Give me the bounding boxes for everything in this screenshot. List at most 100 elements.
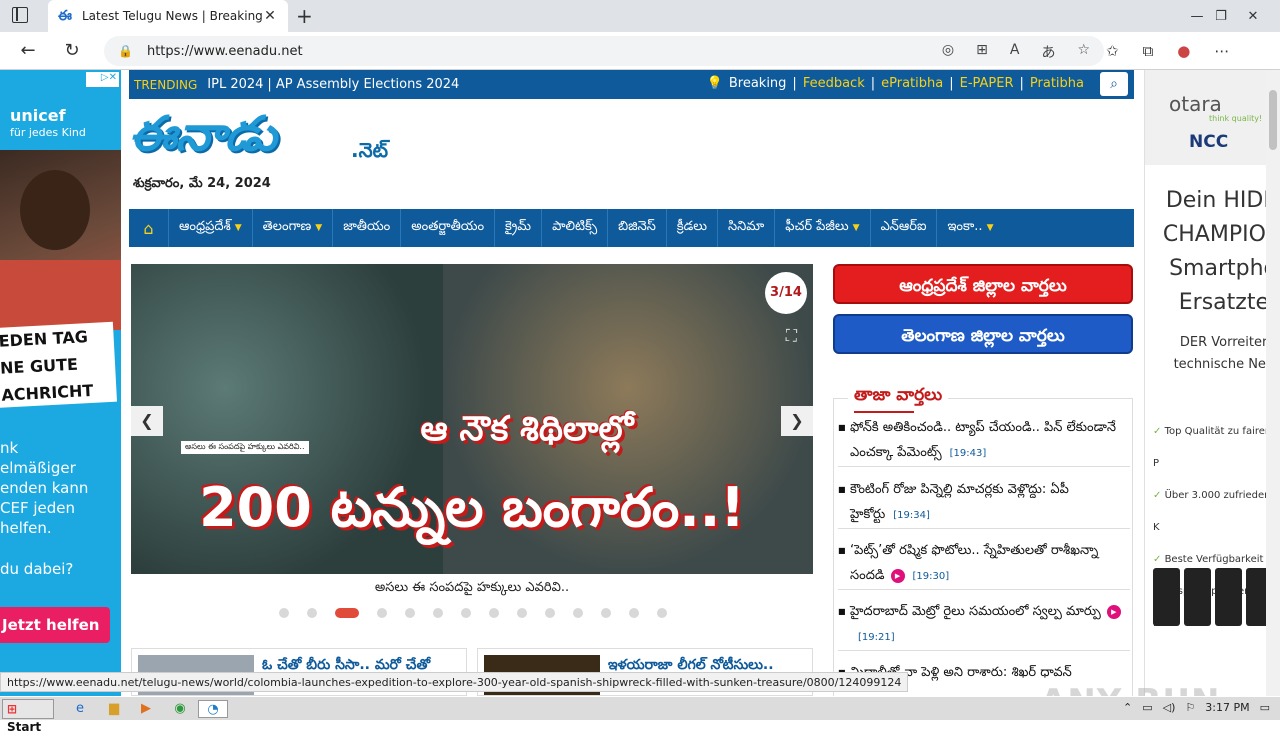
- reload-icon[interactable]: ↻: [60, 39, 84, 63]
- eenadu-favicon-icon: ఈ: [58, 8, 72, 24]
- slider-dot[interactable]: [601, 608, 611, 618]
- menu-item-more[interactable]: ఇంకా.. ▼: [937, 209, 1003, 247]
- translate-icon[interactable]: あ: [1041, 42, 1055, 62]
- menu-item-crime[interactable]: క్రైమ్: [495, 209, 543, 247]
- ap-district-news-button[interactable]: ఆంధ్రప్రదేశ్ జిల్లాల వార్తలు: [833, 264, 1133, 304]
- slider-dot[interactable]: [545, 608, 555, 618]
- headline-slider[interactable]: ఆ నౌక శిథిలాల్లో అసలు ఈ సంపదపై హక్కులు ఎ…: [131, 264, 813, 574]
- location-icon[interactable]: ◎: [942, 42, 954, 62]
- slider-dot[interactable]: [517, 608, 527, 618]
- ad-question: du dabei?: [0, 560, 74, 578]
- list-item[interactable]: ‘పెట్స్’తో రష్మిక ఫొటోలు.. స్నేహితులతో ర…: [838, 538, 1130, 590]
- slider-dot[interactable]: [433, 608, 443, 618]
- slide-small-caption: అసలు ఈ సంపదపై హక్కులు ఎవరివి..: [181, 441, 309, 454]
- show-desktop-icon[interactable]: ▭: [1260, 701, 1270, 714]
- slider-next-button[interactable]: ❯: [781, 406, 813, 436]
- slider-dot[interactable]: [629, 608, 639, 618]
- slider-dot[interactable]: [307, 608, 317, 618]
- menu-item-features[interactable]: ఫీచర్ పేజీలు ▼: [775, 209, 871, 247]
- close-tab-icon[interactable]: ✕: [262, 8, 278, 24]
- restore-icon[interactable]: ❐: [1204, 0, 1238, 32]
- start-button[interactable]: ⊞ Start: [2, 699, 54, 734]
- volume-icon[interactable]: ◁): [1163, 701, 1176, 714]
- right-advertisement[interactable]: otara think quality! NCC Dein HIDDE CHAM…: [1144, 70, 1280, 696]
- profile-avatar-icon[interactable]: ●: [1177, 42, 1190, 60]
- slider-dot[interactable]: [489, 608, 499, 618]
- new-tab-icon[interactable]: +: [296, 4, 313, 28]
- slider-dot[interactable]: [279, 608, 289, 618]
- lock-icon: 🔒: [118, 44, 133, 58]
- flag-icon[interactable]: ⚐: [1185, 701, 1195, 714]
- folder-icon[interactable]: ▆: [104, 700, 124, 718]
- apps-icon[interactable]: ⊞: [976, 42, 988, 62]
- clock[interactable]: 3:17 PM: [1205, 701, 1249, 714]
- tray-chevron-icon[interactable]: ⌃: [1123, 701, 1132, 714]
- menu-item-nri[interactable]: ఎన్ఆర్ఐ: [871, 209, 938, 247]
- link-epaper[interactable]: E-PAPER: [960, 76, 1014, 91]
- system-tray: ⌃ ▭ ◁) ⚐ 3:17 PM ▭: [1123, 701, 1270, 714]
- slider-dot[interactable]: [405, 608, 415, 618]
- link-epratibha[interactable]: ePratibha: [881, 76, 943, 91]
- trending-link-ipl[interactable]: IPL 2024: [207, 77, 263, 92]
- menu-item-sports[interactable]: క్రీడలు: [667, 209, 719, 247]
- read-aloud-icon[interactable]: A: [1010, 42, 1020, 62]
- ad-cta-button[interactable]: Jetzt helfen: [0, 607, 110, 643]
- eenadu-logo[interactable]: ఈనాడు: [129, 106, 277, 174]
- trending-link-elections[interactable]: AP Assembly Elections 2024: [276, 77, 460, 92]
- browser-tab-bar: ఈ Latest Telugu News | Breaking Ne ✕ + —…: [0, 0, 1280, 32]
- ad-choices-icon[interactable]: ▷✕: [86, 72, 119, 87]
- ad-brand-sub: think quality!: [1209, 114, 1263, 123]
- list-item[interactable]: ఫోన్‌కి అతికించండి.. ట్యాప్ చేయండి.. పిన…: [838, 415, 1130, 467]
- slider-dot[interactable]: [377, 608, 387, 618]
- more-menu-icon[interactable]: ⋯: [1214, 42, 1229, 60]
- ie-icon[interactable]: e: [70, 700, 90, 718]
- list-item[interactable]: కౌంటింగ్ రోజు పిన్నెల్లి మాచర్లకు వెళ్లొ…: [838, 477, 1130, 529]
- close-window-icon[interactable]: ✕: [1236, 0, 1270, 32]
- edge-icon[interactable]: ◔: [198, 700, 228, 718]
- menu-item-andhra[interactable]: ఆంధ్రప్రదేశ్ ▼: [169, 209, 253, 247]
- link-breaking[interactable]: Breaking: [729, 76, 787, 91]
- chrome-icon[interactable]: ◉: [170, 700, 190, 718]
- eenadu-main: TRENDING IPL 2024 | AP Assembly Election…: [129, 70, 1134, 696]
- network-icon[interactable]: ▭: [1142, 701, 1152, 714]
- menu-item-national[interactable]: జాతీయం: [333, 209, 402, 247]
- slider-dot[interactable]: [335, 608, 359, 618]
- slide-caption[interactable]: అసలు ఈ సంపదపై హక్కులు ఎవరివి..: [131, 580, 813, 598]
- link-pratibha[interactable]: Pratibha: [1030, 76, 1084, 91]
- collections-icon[interactable]: ⧉: [1143, 42, 1154, 60]
- url-field[interactable]: 🔒 https://www.eenadu.net ◎ ⊞ A あ ☆: [104, 36, 1104, 66]
- ad-brand: unicef: [10, 106, 66, 125]
- latest-news-heading: తాజా వార్తలు: [848, 385, 949, 413]
- sidebar-toggle-icon[interactable]: [12, 7, 28, 23]
- slider-dot[interactable]: [657, 608, 667, 618]
- menu-item-business[interactable]: బిజినెస్: [608, 209, 667, 247]
- video-play-icon: ▶: [1106, 604, 1121, 619]
- link-feedback[interactable]: Feedback: [803, 76, 865, 91]
- watermark: ANY RUN: [1040, 682, 1220, 696]
- list-item[interactable]: హైదరాబాద్ మెట్రో రైలు సమయంలో స్వల్ప మార్…: [838, 599, 1130, 651]
- bulb-icon: 💡: [706, 76, 723, 91]
- page-scrollbar[interactable]: [1266, 70, 1280, 696]
- slider-dot[interactable]: [461, 608, 471, 618]
- windows-flag-icon: ⊞: [7, 702, 18, 716]
- slider-dot[interactable]: [573, 608, 583, 618]
- favorites-icon[interactable]: ✩: [1106, 42, 1119, 60]
- menu-item-international[interactable]: అంతర్జాతీయం: [401, 209, 496, 247]
- home-icon[interactable]: ⌂: [129, 209, 169, 247]
- ad-body: nk elmäßiger enden kann CEF jeden helfen…: [0, 439, 89, 537]
- back-icon[interactable]: ←: [16, 39, 40, 63]
- media-player-icon[interactable]: ▶: [136, 700, 156, 718]
- tg-district-news-button[interactable]: తెలంగాణ జిల్లాల వార్తలు: [833, 314, 1133, 354]
- slider-prev-button[interactable]: ❮: [131, 406, 163, 436]
- menu-item-politics[interactable]: పాలిటిక్స్: [542, 209, 609, 247]
- expand-icon[interactable]: ⛶: [786, 326, 797, 346]
- latest-news-box: తాజా వార్తలు ఫోన్‌కి అతికించండి.. ట్యాప్…: [833, 385, 1133, 696]
- tab-title: Latest Telugu News | Breaking Ne: [82, 9, 262, 23]
- browser-tab[interactable]: ఈ Latest Telugu News | Breaking Ne ✕: [48, 0, 288, 32]
- chevron-down-icon: ▼: [234, 223, 242, 233]
- search-icon[interactable]: ⌕: [1100, 72, 1128, 96]
- left-advertisement[interactable]: ▷✕ unicef für jedes Kind EDEN TAG NE GUT…: [0, 70, 121, 696]
- add-favorite-icon[interactable]: ☆: [1077, 42, 1090, 62]
- menu-item-telangana[interactable]: తెలంగాణ ▼: [253, 209, 334, 247]
- menu-item-cinema[interactable]: సినిమా: [718, 209, 776, 247]
